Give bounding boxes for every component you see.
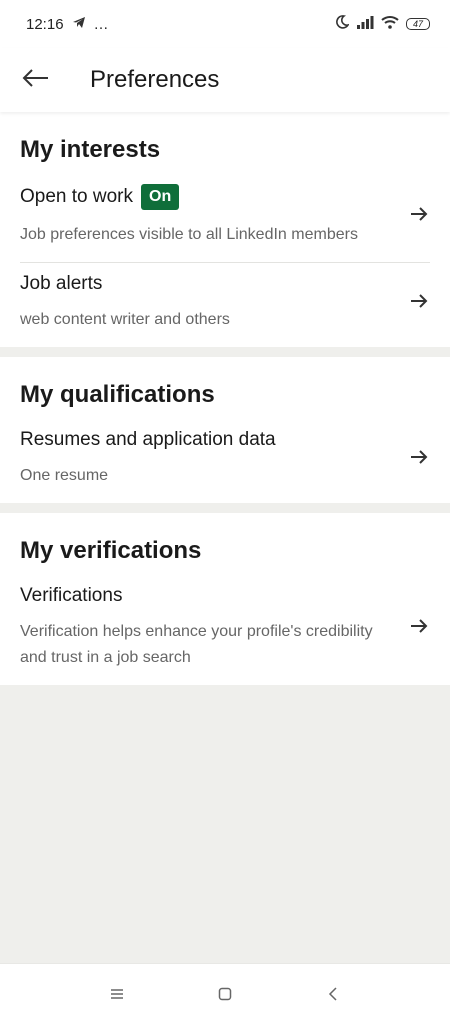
section-heading: My qualifications [20, 381, 215, 408]
menu-icon[interactable] [105, 982, 129, 1006]
row-job-alerts[interactable]: Job alerts web content writer and others [20, 263, 430, 347]
arrow-right-icon[interactable] [408, 615, 430, 637]
section-divider [0, 503, 450, 513]
section-my-verifications: My verifications Verifications Verificat… [0, 513, 450, 685]
section-my-qualifications: My qualifications Resumes and applicatio… [0, 357, 450, 503]
section-divider [0, 347, 450, 357]
row-title: Open to work On [20, 184, 396, 210]
back-arrow-icon [21, 68, 49, 93]
row-title-label: Job alerts [20, 273, 103, 294]
status-right: 47 [335, 15, 430, 33]
status-bar: 12:16 … 47 [0, 0, 450, 48]
telegram-icon [72, 16, 86, 33]
row-title: Resumes and application data [20, 429, 396, 451]
system-nav-bar [0, 963, 450, 1024]
status-badge: On [141, 184, 180, 210]
section-heading: My interests [20, 136, 161, 163]
section-heading: My verifications [20, 537, 202, 564]
row-title: Job alerts [20, 273, 396, 295]
battery-level: 47 [412, 19, 423, 29]
row-title: Verifications [20, 585, 396, 607]
signal-icon [356, 15, 374, 33]
row-text: Job alerts web content writer and others [20, 269, 408, 333]
moon-icon [335, 15, 350, 33]
row-text: Resumes and application data One resume [20, 425, 408, 489]
section-my-interests: My interests Open to work On Job prefere… [0, 112, 450, 347]
status-extra: … [93, 15, 109, 33]
row-open-to-work[interactable]: Open to work On Job preferences visible … [20, 174, 430, 263]
home-square-icon[interactable] [213, 982, 237, 1006]
row-title-label: Verifications [20, 585, 123, 606]
row-title-label: Open to work [20, 186, 133, 207]
back-chevron-icon[interactable] [321, 982, 345, 1006]
row-text: Open to work On Job preferences visible … [20, 180, 408, 248]
row-subtitle: One resume [20, 467, 109, 484]
back-button[interactable] [20, 65, 50, 95]
arrow-right-icon[interactable] [408, 290, 430, 312]
row-verifications[interactable]: Verifications Verification helps enhance… [20, 575, 430, 685]
status-time: 12:16 [26, 15, 64, 33]
app-header: Preferences [0, 48, 450, 112]
row-resumes[interactable]: Resumes and application data One resume [20, 419, 430, 503]
wifi-icon [381, 15, 399, 33]
row-subtitle: Verification helps enhance your profile'… [20, 623, 373, 666]
battery-icon: 47 [406, 18, 430, 30]
status-left: 12:16 … [26, 16, 109, 33]
arrow-right-icon[interactable] [408, 203, 430, 225]
row-subtitle: web content writer and others [20, 311, 230, 328]
row-title-label: Resumes and application data [20, 429, 276, 450]
row-text: Verifications Verification helps enhance… [20, 581, 408, 671]
row-subtitle: Job preferences visible to all LinkedIn … [20, 226, 358, 243]
page-title: Preferences [90, 66, 220, 93]
arrow-right-icon[interactable] [408, 446, 430, 468]
